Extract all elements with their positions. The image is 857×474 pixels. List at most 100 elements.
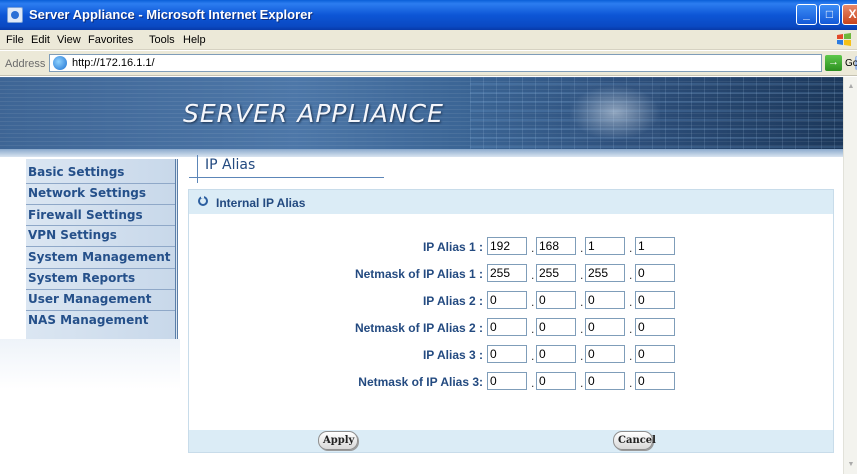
netmask-3-octet-2[interactable] bbox=[536, 372, 576, 390]
menu-help[interactable]: Help bbox=[183, 34, 206, 46]
sidebar-item-system-reports[interactable]: System Reports bbox=[28, 271, 135, 285]
ip-alias-2-octet-2[interactable] bbox=[536, 291, 576, 309]
address-label: Address bbox=[5, 58, 46, 70]
sidebar-item-firewall-settings[interactable]: Firewall Settings bbox=[28, 208, 143, 222]
ip-alias-1-row: IP Alias 1 : . . . bbox=[189, 236, 833, 258]
netmask-1-octet-2[interactable] bbox=[536, 264, 576, 282]
sidebar-fade bbox=[0, 339, 180, 389]
sidebar-nav: Basic Settings Network Settings Firewall… bbox=[26, 159, 178, 340]
ip-alias-3-octet-2[interactable] bbox=[536, 345, 576, 363]
octet-dot: . bbox=[629, 241, 633, 255]
close-button[interactable]: X bbox=[842, 4, 857, 25]
title-decoration bbox=[197, 155, 198, 183]
sidebar-item-vpn-settings[interactable]: VPN Settings bbox=[28, 228, 117, 242]
go-button[interactable]: Go bbox=[845, 58, 857, 69]
netmask-3-octet-4[interactable] bbox=[635, 372, 675, 390]
netmask-1-label: Netmask of IP Alias 1 : bbox=[354, 267, 483, 281]
section-ring-icon bbox=[198, 195, 208, 206]
netmask-3-label: Netmask of IP Alias 3: bbox=[358, 375, 483, 389]
octet-dot: . bbox=[531, 241, 535, 255]
ip-alias-2-label: IP Alias 2 : bbox=[422, 294, 483, 308]
ip-alias-3-octet-1[interactable] bbox=[487, 345, 527, 363]
ip-alias-1-octet-3[interactable] bbox=[585, 237, 625, 255]
octet-dot: . bbox=[629, 349, 633, 363]
netmask-2-label: Netmask of IP Alias 2 : bbox=[354, 321, 483, 335]
octet-dot: . bbox=[531, 349, 535, 363]
maximize-button[interactable]: □ bbox=[819, 4, 840, 25]
vertical-scrollbar[interactable]: ▲ ▼ bbox=[843, 77, 857, 474]
ip-alias-1-octet-2[interactable] bbox=[536, 237, 576, 255]
minimize-button[interactable]: _ bbox=[796, 4, 817, 25]
scroll-up-icon[interactable]: ▲ bbox=[847, 82, 855, 92]
ip-alias-3-row: IP Alias 3 : . . . bbox=[189, 344, 833, 366]
go-arrow-icon[interactable]: → bbox=[825, 55, 842, 71]
apply-button[interactable]: Apply bbox=[318, 431, 358, 450]
netmask-2-octet-3[interactable] bbox=[585, 318, 625, 336]
ip-alias-2-row: IP Alias 2 : . . . bbox=[189, 290, 833, 312]
brand-title: SERVER APPLIANCE bbox=[183, 99, 444, 128]
ip-alias-1-octet-4[interactable] bbox=[635, 237, 675, 255]
octet-dot: . bbox=[629, 295, 633, 309]
address-bar: Address http://172.16.1.1/ ▼ → Go bbox=[0, 51, 857, 76]
scroll-down-icon[interactable]: ▼ bbox=[847, 460, 855, 470]
cancel-button[interactable]: Cancel bbox=[613, 431, 656, 450]
menu-file[interactable]: File bbox=[6, 34, 24, 46]
netmask-2-row: Netmask of IP Alias 2 : . . . bbox=[189, 317, 833, 339]
window-titlebar[interactable]: Server Appliance - Microsoft Internet Ex… bbox=[0, 0, 857, 30]
ip-alias-1-octet-1[interactable] bbox=[487, 237, 527, 255]
octet-dot: . bbox=[531, 268, 535, 282]
netmask-3-octet-3[interactable] bbox=[585, 372, 625, 390]
window-title: Server Appliance - Microsoft Internet Ex… bbox=[29, 7, 313, 22]
ip-alias-2-octet-3[interactable] bbox=[585, 291, 625, 309]
octet-dot: . bbox=[629, 376, 633, 390]
netmask-1-row: Netmask of IP Alias 1 : . . . bbox=[189, 263, 833, 285]
netmask-3-row: Netmask of IP Alias 3: . . . bbox=[189, 371, 833, 393]
netmask-1-octet-3[interactable] bbox=[585, 264, 625, 282]
web-page: SERVER APPLIANCE Basic Settings Network … bbox=[0, 77, 843, 474]
ip-alias-2-octet-4[interactable] bbox=[635, 291, 675, 309]
sidebar-item-user-management[interactable]: User Management bbox=[28, 292, 151, 306]
octet-dot: . bbox=[531, 322, 535, 336]
nav-divider bbox=[26, 268, 175, 269]
sidebar-item-network-settings[interactable]: Network Settings bbox=[28, 186, 146, 200]
octet-dot: . bbox=[531, 376, 535, 390]
ip-alias-3-octet-3[interactable] bbox=[585, 345, 625, 363]
menu-tools[interactable]: Tools bbox=[149, 34, 175, 46]
windows-logo-icon bbox=[837, 33, 851, 46]
panel-header: Internal IP Alias bbox=[189, 190, 833, 214]
title-underline bbox=[189, 177, 384, 178]
octet-dot: . bbox=[580, 241, 584, 255]
sidebar-item-basic-settings[interactable]: Basic Settings bbox=[28, 165, 124, 179]
ip-alias-1-label: IP Alias 1 : bbox=[422, 240, 483, 254]
sidebar-item-nas-management[interactable]: NAS Management bbox=[28, 313, 148, 327]
netmask-1-octet-1[interactable] bbox=[487, 264, 527, 282]
page-title: IP Alias bbox=[205, 157, 256, 173]
octet-dot: . bbox=[580, 268, 584, 282]
netmask-3-octet-1[interactable] bbox=[487, 372, 527, 390]
menu-edit[interactable]: Edit bbox=[31, 34, 50, 46]
nav-divider bbox=[26, 183, 175, 184]
octet-dot: . bbox=[580, 322, 584, 336]
octet-dot: . bbox=[629, 268, 633, 282]
menu-view[interactable]: View bbox=[57, 34, 81, 46]
header-banner: SERVER APPLIANCE bbox=[0, 77, 843, 157]
netmask-2-octet-2[interactable] bbox=[536, 318, 576, 336]
netmask-1-octet-4[interactable] bbox=[635, 264, 675, 282]
octet-dot: . bbox=[580, 349, 584, 363]
ip-alias-2-octet-1[interactable] bbox=[487, 291, 527, 309]
sidebar-item-system-management[interactable]: System Management bbox=[28, 250, 171, 264]
ip-alias-3-octet-4[interactable] bbox=[635, 345, 675, 363]
panel-footer: Apply Cancel bbox=[189, 430, 833, 452]
octet-dot: . bbox=[580, 376, 584, 390]
panel-title: Internal IP Alias bbox=[216, 196, 306, 210]
octet-dot: . bbox=[531, 295, 535, 309]
octet-dot: . bbox=[580, 295, 584, 309]
nav-divider bbox=[26, 246, 175, 247]
address-input[interactable]: http://172.16.1.1/ ▼ bbox=[49, 54, 857, 72]
nav-divider bbox=[26, 310, 175, 311]
page-icon bbox=[53, 56, 67, 70]
netmask-2-octet-1[interactable] bbox=[487, 318, 527, 336]
nav-divider bbox=[26, 204, 175, 205]
menu-favorites[interactable]: Favorites bbox=[88, 34, 133, 46]
netmask-2-octet-4[interactable] bbox=[635, 318, 675, 336]
